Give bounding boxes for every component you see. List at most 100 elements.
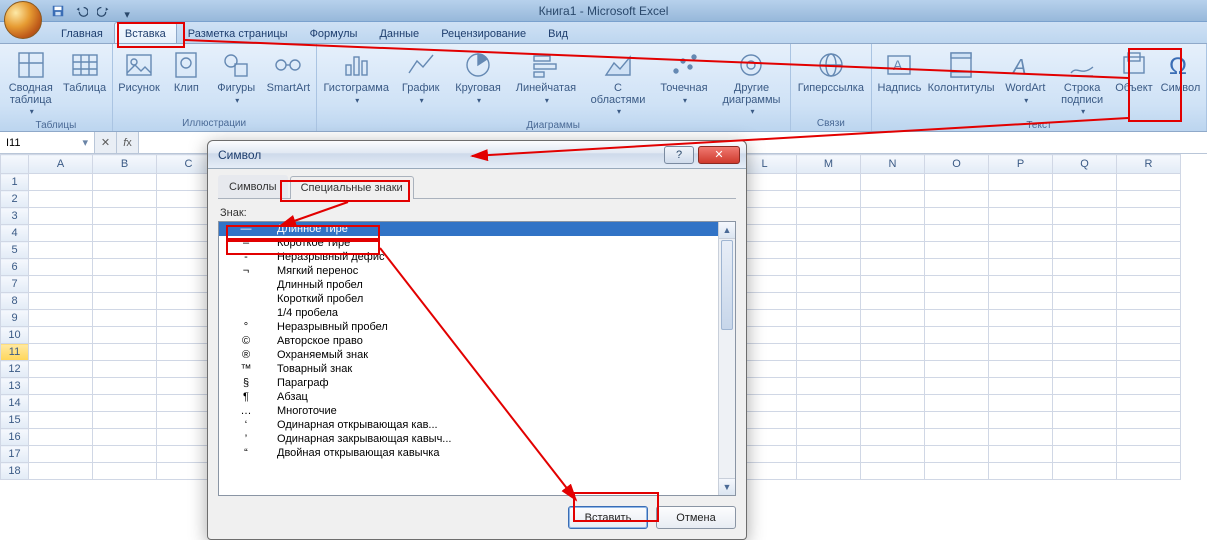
help-button[interactable]: ? xyxy=(664,146,694,164)
fx-icon[interactable]: fx xyxy=(117,132,139,153)
list-item[interactable]: Короткий пробел xyxy=(219,292,735,306)
cell[interactable] xyxy=(797,446,861,463)
cell[interactable] xyxy=(1117,395,1181,412)
cell[interactable] xyxy=(989,293,1053,310)
cell[interactable] xyxy=(1117,191,1181,208)
cell[interactable] xyxy=(1117,378,1181,395)
row-header[interactable]: 2 xyxy=(1,191,29,208)
ribbon-pie-chart-button[interactable]: Круговая ▾ xyxy=(449,46,506,107)
ribbon-textbox-button[interactable]: AНадпись xyxy=(876,46,923,96)
cell[interactable] xyxy=(29,446,93,463)
ribbon-column-chart-button[interactable]: Гистограмма ▾ xyxy=(321,46,392,107)
cell[interactable] xyxy=(93,378,157,395)
cell[interactable] xyxy=(1117,208,1181,225)
cell[interactable] xyxy=(797,225,861,242)
scroll-down-icon[interactable]: ▼ xyxy=(719,478,735,495)
row-header[interactable]: 6 xyxy=(1,259,29,276)
cell[interactable] xyxy=(925,395,989,412)
row-header[interactable]: 18 xyxy=(1,463,29,480)
cell[interactable] xyxy=(797,378,861,395)
special-chars-listbox[interactable]: —Длинное тире–Короткое тире-Неразрывный … xyxy=(218,221,736,496)
cell[interactable] xyxy=(1053,463,1117,480)
ribbon-picture-button[interactable]: Рисунок xyxy=(117,46,162,96)
cell[interactable] xyxy=(1053,429,1117,446)
cell[interactable] xyxy=(925,463,989,480)
cell[interactable] xyxy=(925,344,989,361)
cell[interactable] xyxy=(1117,225,1181,242)
scroll-thumb[interactable] xyxy=(721,240,733,330)
cell[interactable] xyxy=(989,446,1053,463)
cell[interactable] xyxy=(93,259,157,276)
cell[interactable] xyxy=(93,276,157,293)
cell[interactable] xyxy=(925,293,989,310)
cell[interactable] xyxy=(1053,225,1117,242)
cell[interactable] xyxy=(989,208,1053,225)
insert-button[interactable]: Вставить xyxy=(568,506,648,529)
cell[interactable] xyxy=(925,429,989,446)
cell[interactable] xyxy=(861,242,925,259)
row-header[interactable]: 3 xyxy=(1,208,29,225)
cell[interactable] xyxy=(1117,361,1181,378)
dialog-tab[interactable]: Специальные знаки xyxy=(290,176,414,199)
list-item[interactable]: –Короткое тире xyxy=(219,236,735,250)
cell[interactable] xyxy=(1053,412,1117,429)
cell[interactable] xyxy=(797,242,861,259)
cell[interactable] xyxy=(797,174,861,191)
list-item[interactable]: ‘Одинарная открывающая кав... xyxy=(219,418,735,432)
cell[interactable] xyxy=(93,327,157,344)
cell[interactable] xyxy=(93,191,157,208)
cell[interactable] xyxy=(29,395,93,412)
list-item[interactable]: ®Охраняемый знак xyxy=(219,348,735,362)
cell[interactable] xyxy=(1117,310,1181,327)
cell[interactable] xyxy=(797,276,861,293)
list-item[interactable]: ¬Мягкий перенос xyxy=(219,264,735,278)
cell[interactable] xyxy=(1053,378,1117,395)
cell[interactable] xyxy=(861,344,925,361)
cell[interactable] xyxy=(989,276,1053,293)
ribbon-object-button[interactable]: Объект xyxy=(1113,46,1155,96)
cell[interactable] xyxy=(29,174,93,191)
cell[interactable] xyxy=(1053,395,1117,412)
column-header[interactable]: M xyxy=(797,155,861,174)
ribbon-tab[interactable]: Данные xyxy=(368,22,430,43)
list-item[interactable]: …Многоточие xyxy=(219,404,735,418)
cell[interactable] xyxy=(1117,446,1181,463)
cell[interactable] xyxy=(989,225,1053,242)
cell[interactable] xyxy=(93,361,157,378)
cell[interactable] xyxy=(93,412,157,429)
cell[interactable] xyxy=(797,395,861,412)
cell[interactable] xyxy=(29,293,93,310)
cell[interactable] xyxy=(797,463,861,480)
cell[interactable] xyxy=(989,310,1053,327)
cell[interactable] xyxy=(861,395,925,412)
undo-icon[interactable] xyxy=(71,2,91,20)
cell[interactable] xyxy=(1117,327,1181,344)
row-header[interactable]: 15 xyxy=(1,412,29,429)
cell[interactable] xyxy=(925,378,989,395)
ribbon-clip-button[interactable]: Клип xyxy=(165,46,207,96)
cell[interactable] xyxy=(29,378,93,395)
cell[interactable] xyxy=(925,259,989,276)
cell[interactable] xyxy=(29,361,93,378)
cell[interactable] xyxy=(989,395,1053,412)
ribbon-bar-chart-button[interactable]: Линейчатая ▾ xyxy=(511,46,582,107)
cell[interactable] xyxy=(861,463,925,480)
column-header[interactable]: B xyxy=(93,155,157,174)
cell[interactable] xyxy=(93,429,157,446)
cell[interactable] xyxy=(29,412,93,429)
list-item[interactable]: °Неразрывный пробел xyxy=(219,320,735,334)
cell[interactable] xyxy=(797,208,861,225)
cell[interactable] xyxy=(925,208,989,225)
cell[interactable] xyxy=(989,412,1053,429)
ribbon-sigline-button[interactable]: Строка подписи ▾ xyxy=(1055,46,1109,119)
cell[interactable] xyxy=(1117,293,1181,310)
row-header[interactable]: 1 xyxy=(1,174,29,191)
list-item[interactable]: ™Товарный знак xyxy=(219,362,735,376)
cell[interactable] xyxy=(797,429,861,446)
cell[interactable] xyxy=(29,276,93,293)
scrollbar[interactable]: ▲ ▼ xyxy=(718,222,735,495)
cell[interactable] xyxy=(93,310,157,327)
cell[interactable] xyxy=(989,463,1053,480)
select-all-cell[interactable] xyxy=(1,155,29,174)
cell[interactable] xyxy=(797,361,861,378)
